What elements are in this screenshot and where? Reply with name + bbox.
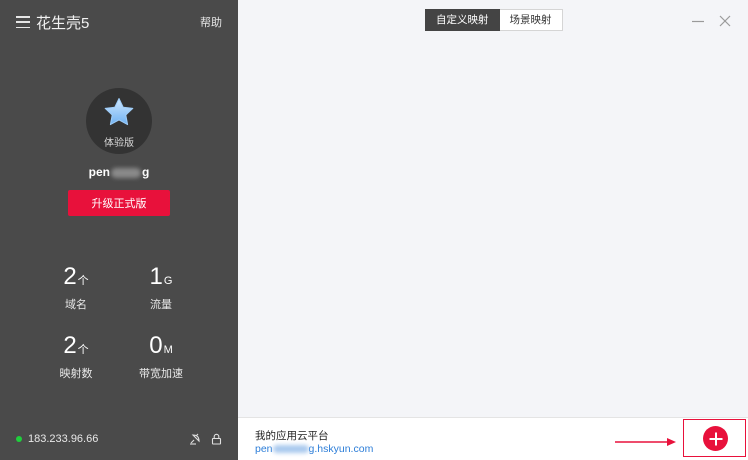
minimize-icon[interactable] (691, 14, 705, 28)
stat-value: 0 (149, 332, 163, 359)
stat-bandwidth: 0M 带宽加速 (131, 333, 191, 381)
username: pen g (0, 165, 238, 179)
sidebar-header: 花生壳5 帮助 (16, 12, 222, 32)
stat-unit: M (163, 344, 173, 356)
arrow-right-icon (615, 438, 676, 446)
stat-label: 域名 (65, 299, 87, 311)
mapping-tabs: 自定义映射 场景映射 (425, 9, 563, 31)
satellite-icon[interactable] (189, 433, 201, 445)
stat-value: 2 (63, 332, 77, 359)
main-panel: 自定义映射 场景映射 我的应用云平台 pen g.hskyun.com (238, 0, 748, 460)
stat-domains: 2个 域名 (46, 264, 106, 312)
lock-icon[interactable] (211, 433, 222, 445)
username-end: g (142, 165, 150, 179)
stat-unit: G (163, 275, 173, 287)
stat-mappings: 2个 映射数 (46, 333, 106, 381)
hamburger-menu-icon[interactable] (16, 16, 30, 28)
ip-address: 183.233.96.66 (28, 433, 99, 445)
stat-label: 流量 (150, 299, 172, 311)
footer-icons (189, 433, 222, 445)
app-title: 花生壳5 (36, 14, 90, 32)
cloud-link-redacted (272, 445, 309, 454)
status-bar: 183.233.96.66 (16, 432, 222, 446)
add-mapping-button[interactable] (703, 426, 728, 451)
stat-unit: 个 (77, 344, 89, 356)
stat-value: 1 (149, 263, 163, 290)
cloud-title: 我的应用云平台 (255, 430, 329, 442)
add-button-highlight (683, 419, 746, 457)
stat-unit: 个 (77, 275, 89, 287)
stat-value: 2 (63, 263, 77, 290)
username-redacted (111, 167, 141, 178)
cloud-link-start: pen (255, 443, 273, 455)
stat-traffic: 1G 流量 (131, 264, 191, 312)
stat-label: 映射数 (59, 368, 93, 380)
online-status-dot (16, 436, 22, 442)
sidebar: 花生壳5 帮助 体验版 pen g 升级正式版 2个 域名 1G 流量 2个 映射… (0, 0, 238, 460)
avatar: 体验版 (86, 88, 152, 154)
upgrade-button[interactable]: 升级正式版 (68, 190, 170, 216)
cloud-link-end: g.hskyun.com (308, 443, 374, 455)
close-icon[interactable] (718, 14, 732, 28)
star-icon (104, 98, 134, 126)
edition-label: 体验版 (104, 138, 134, 149)
stat-label: 带宽加速 (139, 368, 183, 380)
cloud-link[interactable]: pen g.hskyun.com (255, 443, 373, 455)
help-link[interactable]: 帮助 (200, 14, 222, 30)
tab-scene-mapping[interactable]: 场景映射 (499, 9, 563, 31)
username-start: pen (88, 165, 110, 179)
tab-custom-mapping[interactable]: 自定义映射 (425, 9, 500, 31)
